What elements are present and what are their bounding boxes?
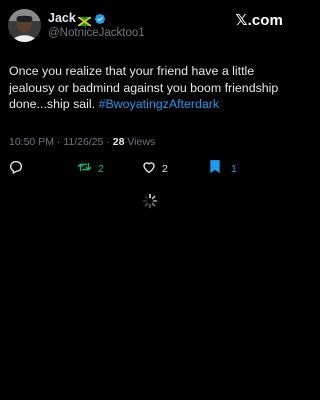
reply-button[interactable] bbox=[8, 160, 29, 178]
hashtag-link[interactable]: #BwoyatingzAfterdark bbox=[99, 97, 220, 111]
retweet-count: 2 bbox=[98, 163, 104, 175]
jamaica-flag-icon bbox=[77, 13, 92, 27]
retweet-button[interactable]: 2 bbox=[76, 160, 104, 178]
tweet-meta: 10:50 PM · 11/26/25 · 28 Views bbox=[9, 136, 155, 148]
tweet-date[interactable]: 11/26/25 bbox=[63, 136, 103, 148]
views-label: Views bbox=[124, 136, 156, 148]
x-brand-logo: 𝕏.com bbox=[235, 12, 283, 29]
tweet-body: Once you realize that your friend have a… bbox=[9, 63, 297, 113]
avatar-image bbox=[8, 9, 41, 42]
like-button[interactable]: 2 bbox=[141, 160, 168, 178]
loading-spinner-icon bbox=[142, 193, 158, 209]
meta-separator: · bbox=[103, 136, 113, 148]
heart-icon bbox=[141, 159, 157, 180]
tweet-time[interactable]: 10:50 PM bbox=[9, 136, 54, 148]
action-bar: 2 2 1 bbox=[0, 160, 300, 178]
meta-separator: · bbox=[53, 136, 64, 148]
like-count: 2 bbox=[162, 163, 168, 175]
reply-bubble-icon bbox=[8, 159, 24, 180]
bookmark-icon bbox=[207, 158, 223, 180]
bookmark-button[interactable]: 1 bbox=[207, 160, 237, 178]
display-name[interactable]: Jack bbox=[48, 11, 76, 25]
bookmark-count: 1 bbox=[231, 163, 237, 175]
avatar[interactable] bbox=[8, 9, 41, 42]
name-row: Jack bbox=[48, 10, 145, 27]
views-count: 28 bbox=[112, 136, 125, 148]
user-info: Jack @NotniceJacktoo1 bbox=[48, 10, 145, 40]
retweet-icon bbox=[76, 159, 93, 180]
user-handle[interactable]: @NotniceJacktoo1 bbox=[48, 27, 145, 39]
verified-badge-icon bbox=[94, 12, 106, 24]
tweet-header: Jack @NotniceJacktoo1 𝕏.com bbox=[0, 0, 300, 56]
